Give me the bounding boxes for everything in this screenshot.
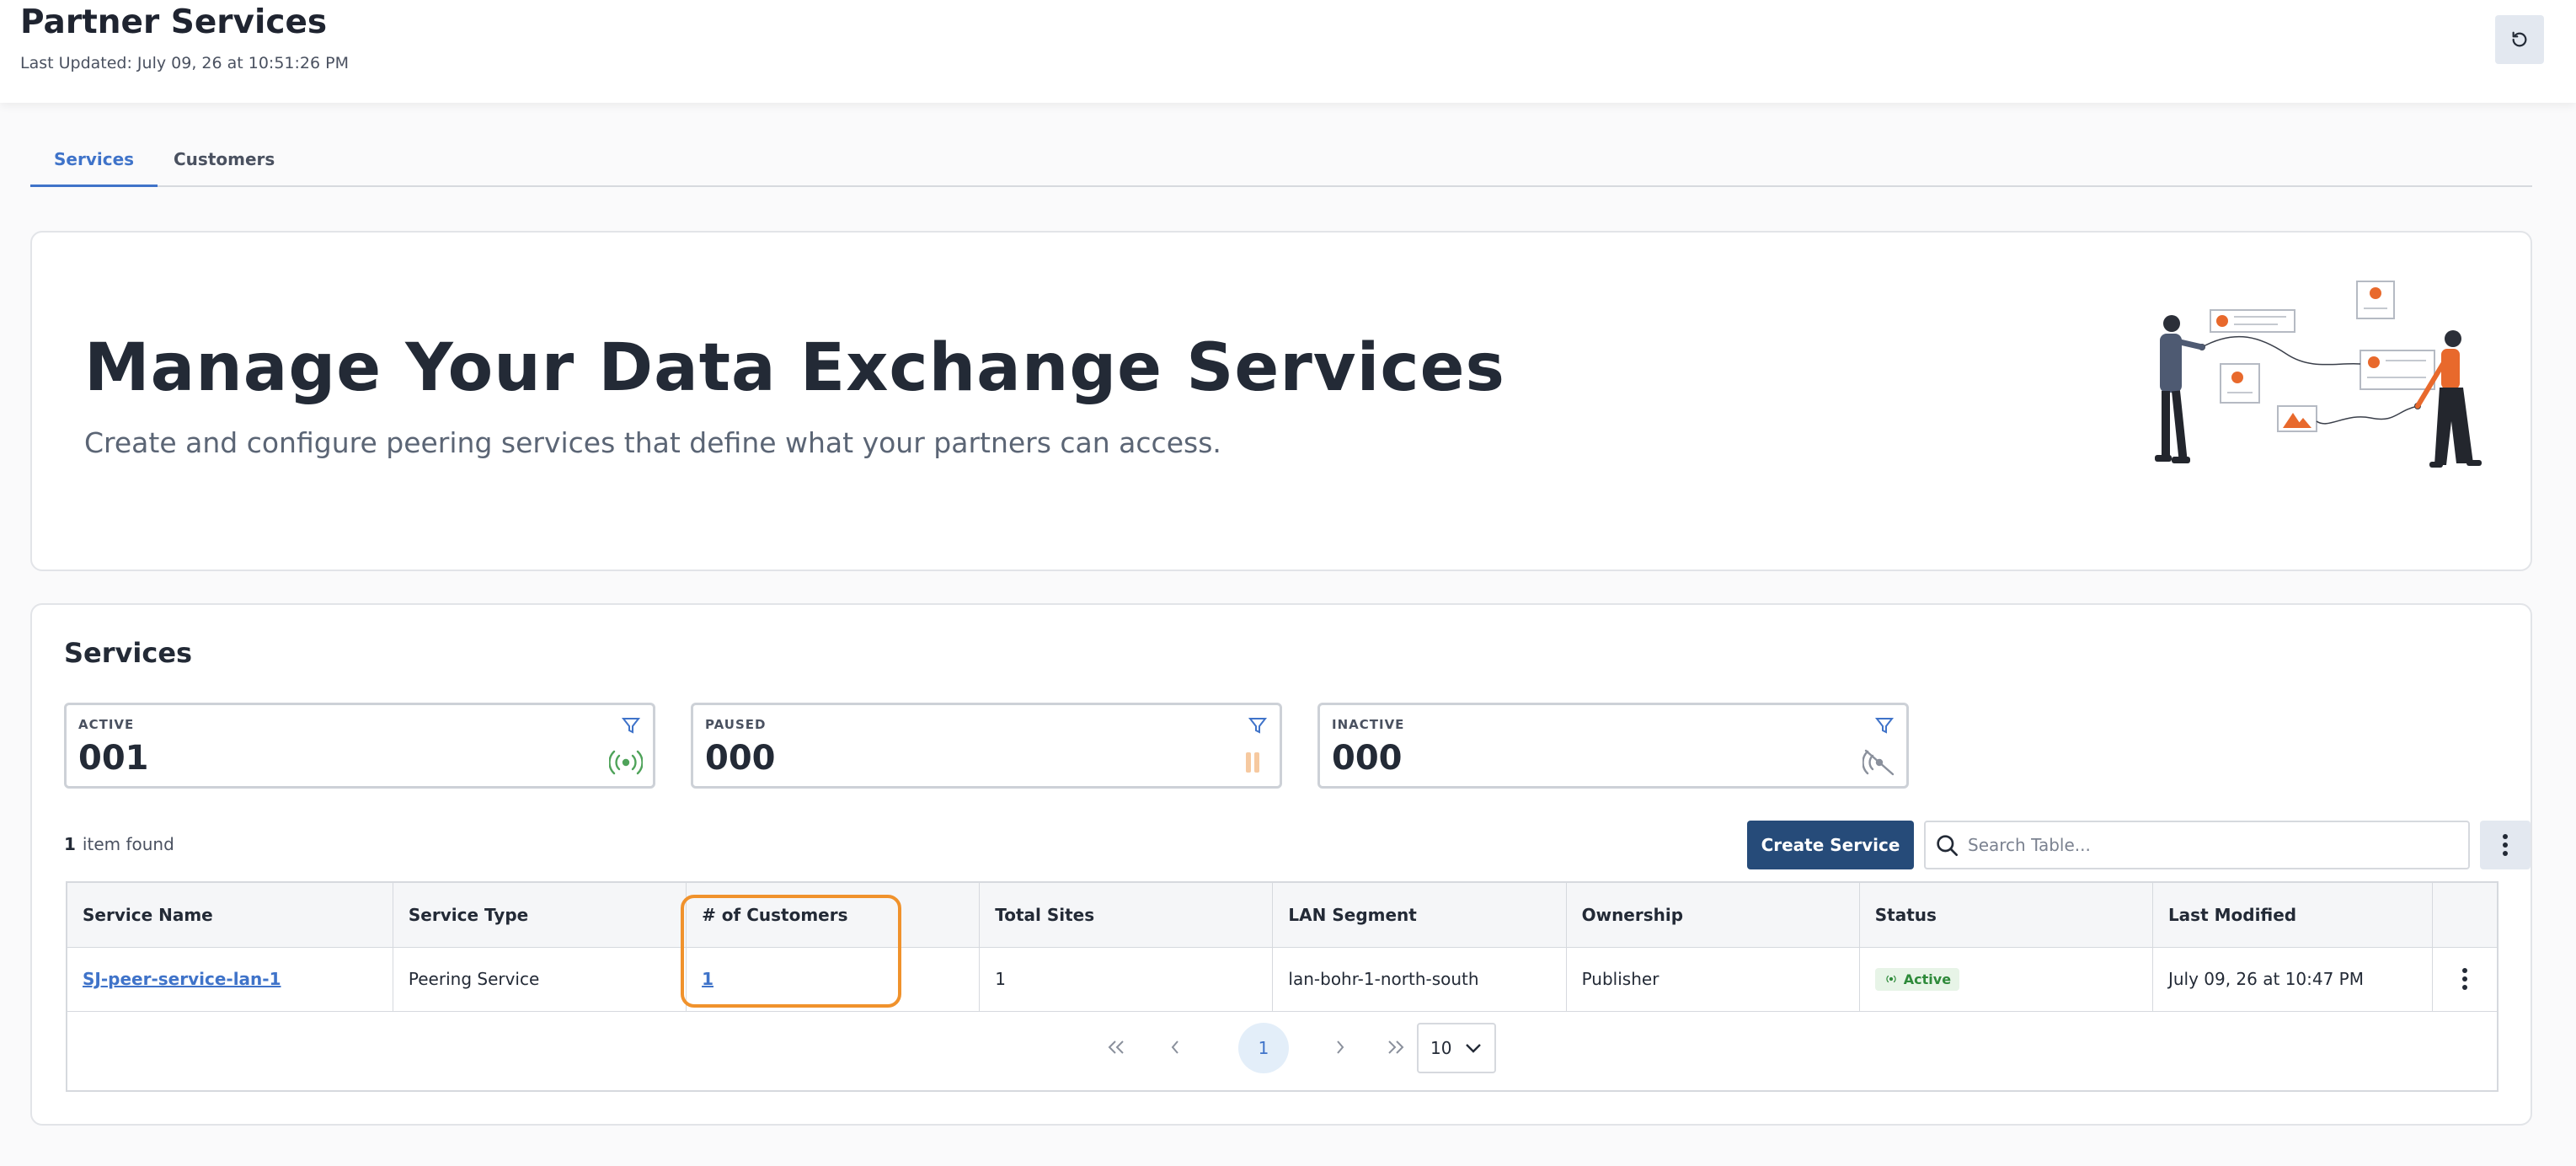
- services-panel: Services ACTIVE 001 PAUSED 000 INACTIVE …: [30, 603, 2532, 1126]
- column-header-service-type[interactable]: Service Type: [393, 883, 687, 948]
- search-input[interactable]: [1968, 827, 2456, 863]
- double-chevron-left-icon: [1108, 1040, 1124, 1054]
- search-icon: [1937, 835, 1958, 856]
- hero-title: Manage Your Data Exchange Services: [84, 330, 1505, 406]
- status-label: Active: [1903, 971, 1952, 987]
- items-found-text: 1 item found: [64, 834, 174, 854]
- table-row: SJ-peer-service-lan-1 Peering Service 1 …: [67, 947, 2497, 1012]
- column-header-customers[interactable]: # of Customers: [686, 883, 981, 948]
- column-header-service-name[interactable]: Service Name: [67, 883, 393, 948]
- filter-icon[interactable]: [1874, 715, 1895, 735]
- stat-card-paused[interactable]: PAUSED 000: [691, 703, 1282, 789]
- search-box: [1924, 821, 2470, 869]
- first-page-button[interactable]: [1095, 1026, 1137, 1068]
- refresh-button[interactable]: [2495, 15, 2544, 64]
- lan-segment-cell: lan-bohr-1-north-south: [1272, 947, 1567, 1012]
- status-cell: Active: [1859, 947, 2153, 1012]
- chevron-right-icon: [1337, 1040, 1344, 1054]
- last-modified-cell: July 09, 26 at 10:47 PM: [2152, 947, 2434, 1012]
- create-service-button[interactable]: Create Service: [1747, 821, 1914, 869]
- current-page-button[interactable]: 1: [1238, 1023, 1289, 1073]
- stat-value: 001: [78, 739, 149, 778]
- total-sites-cell: 1: [979, 947, 1274, 1012]
- items-found-label: item found: [82, 834, 174, 854]
- pause-icon: [1246, 752, 1259, 773]
- stat-value: 000: [1332, 739, 1403, 778]
- chevron-left-icon: [1171, 1040, 1178, 1054]
- status-badge: Active: [1874, 967, 1960, 991]
- row-actions-cell: [2432, 947, 2497, 1012]
- filter-icon[interactable]: [621, 715, 641, 735]
- page-size-value: 10: [1430, 1038, 1452, 1058]
- hero-subtitle: Create and configure peering services th…: [84, 426, 1221, 459]
- stat-card-inactive[interactable]: INACTIVE 000: [1317, 703, 1909, 789]
- more-vertical-icon: [2503, 834, 2508, 856]
- pagination: 1 10: [66, 1008, 2499, 1088]
- services-title: Services: [64, 637, 193, 669]
- stat-label: PAUSED: [705, 717, 767, 732]
- tab-customers[interactable]: Customers: [150, 136, 298, 187]
- last-page-button[interactable]: [1375, 1026, 1417, 1068]
- filter-icon[interactable]: [1248, 715, 1268, 735]
- active-signal-icon: [609, 750, 643, 775]
- double-chevron-right-icon: [1388, 1040, 1404, 1054]
- ownership-cell: Publisher: [1566, 947, 1860, 1012]
- next-page-button[interactable]: [1319, 1026, 1361, 1068]
- service-name-link[interactable]: SJ-peer-service-lan-1: [83, 969, 281, 989]
- service-name-cell: SJ-peer-service-lan-1: [67, 947, 393, 1012]
- column-header-status[interactable]: Status: [1859, 883, 2153, 948]
- page-title: Partner Services: [20, 3, 328, 41]
- table-options-button[interactable]: [2480, 821, 2531, 869]
- signal-off-icon: [1863, 749, 1895, 776]
- row-actions-button[interactable]: [2448, 967, 2482, 991]
- stat-value: 000: [705, 739, 776, 778]
- chevron-down-icon: [1466, 1044, 1481, 1053]
- items-found-count: 1: [64, 834, 76, 854]
- column-header-actions: [2432, 883, 2497, 948]
- column-header-lan-segment[interactable]: LAN Segment: [1272, 883, 1567, 948]
- customers-cell: 1: [686, 947, 981, 1012]
- page-size-select[interactable]: 10: [1417, 1023, 1496, 1073]
- tab-services[interactable]: Services: [30, 136, 158, 187]
- column-header-total-sites[interactable]: Total Sites: [979, 883, 1274, 948]
- stat-label: ACTIVE: [78, 717, 135, 732]
- service-type-cell: Peering Service: [393, 947, 687, 1012]
- column-header-last-modified[interactable]: Last Modified: [2152, 883, 2434, 948]
- stat-card-active[interactable]: ACTIVE 001: [64, 703, 655, 789]
- hero-illustration: [2155, 281, 2482, 468]
- table-header-row: Service Name Service Type # of Customers…: [67, 883, 2497, 948]
- hero-banner: Manage Your Data Exchange Services Creat…: [30, 231, 2532, 571]
- last-updated-text: Last Updated: July 09, 26 at 10:51:26 PM: [20, 54, 349, 72]
- tab-bar: Services Customers: [30, 136, 2532, 187]
- stat-label: INACTIVE: [1332, 717, 1405, 732]
- refresh-icon: [2512, 31, 2527, 47]
- active-signal-icon: [1886, 975, 1896, 983]
- page-header: Partner Services Last Updated: July 09, …: [0, 0, 2576, 103]
- customers-count-link[interactable]: 1: [702, 969, 713, 989]
- column-header-ownership[interactable]: Ownership: [1566, 883, 1860, 948]
- more-vertical-icon: [2462, 968, 2467, 990]
- previous-page-button[interactable]: [1154, 1026, 1196, 1068]
